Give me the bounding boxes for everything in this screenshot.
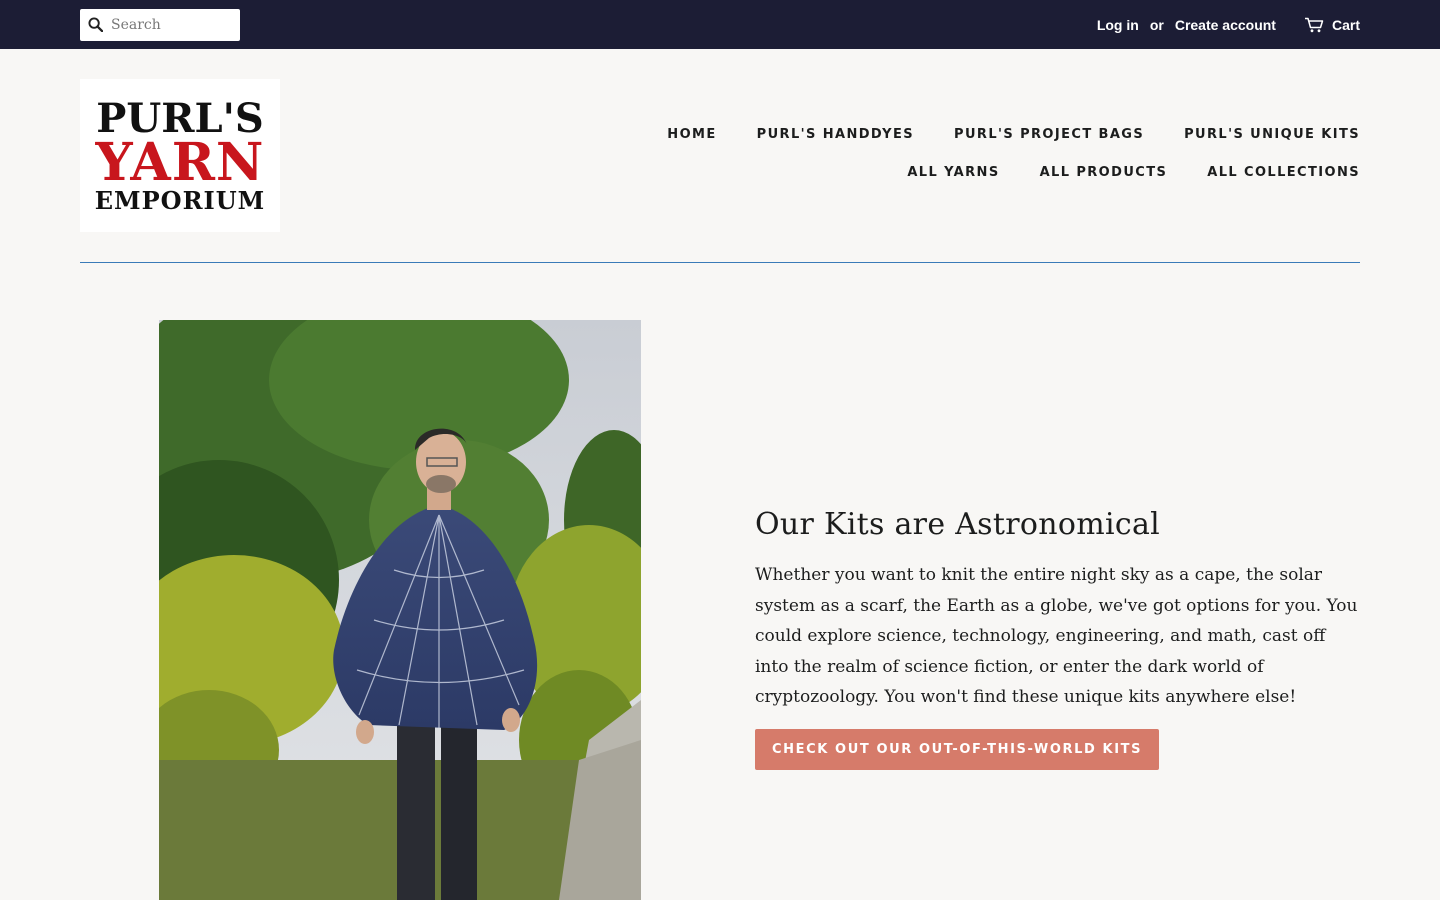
site-logo[interactable]: PURL'S YARN EMPORIUM xyxy=(80,79,280,232)
cart-label: Cart xyxy=(1331,16,1360,33)
login-link[interactable]: Log in xyxy=(1097,17,1139,33)
search-box[interactable] xyxy=(80,8,240,41)
search-input[interactable] xyxy=(111,16,231,33)
feature-image xyxy=(159,320,641,900)
account-links: Log in or Create account Cart xyxy=(1097,17,1360,33)
nav-purls-project-bags[interactable]: PURL'S PROJECT BAGS xyxy=(954,124,1144,162)
nav-purls-handdyes[interactable]: PURL'S HANDDYES xyxy=(757,124,914,162)
logo-line-3: EMPORIUM xyxy=(94,185,266,215)
nav-purls-unique-kits[interactable]: PURL'S UNIQUE KITS xyxy=(1184,124,1360,162)
feature-text: Our Kits are Astronomical Whether you wa… xyxy=(755,507,1360,770)
feature-body: Whether you want to knit the entire nigh… xyxy=(755,565,1358,707)
main-nav: HOME PURL'S HANDDYES PURL'S PROJECT BAGS… xyxy=(580,124,1360,200)
nav-all-products[interactable]: ALL PRODUCTS xyxy=(1040,162,1168,200)
or-separator: or xyxy=(1149,16,1164,33)
cart-link[interactable]: Cart xyxy=(1304,17,1360,33)
top-bar: Log in or Create account Cart xyxy=(0,0,1440,49)
search-icon[interactable] xyxy=(88,17,103,32)
header-divider xyxy=(80,262,1360,263)
cart-icon xyxy=(1304,17,1324,32)
feature-heading: Our Kits are Astronomical xyxy=(755,507,1161,542)
nav-home[interactable]: HOME xyxy=(667,124,716,162)
kits-cta-button[interactable]: CHECK OUT OUR OUT-OF-THIS-WORLD KITS xyxy=(755,728,1160,770)
site-header: PURL'S YARN EMPORIUM HOME PURL'S HANDDYE… xyxy=(0,49,1440,263)
nav-all-yarns[interactable]: ALL YARNS xyxy=(907,162,999,200)
logo-line-2: YARN xyxy=(95,131,265,193)
create-account-link[interactable]: Create account xyxy=(1175,17,1276,33)
nav-all-collections[interactable]: ALL COLLECTIONS xyxy=(1207,162,1360,200)
